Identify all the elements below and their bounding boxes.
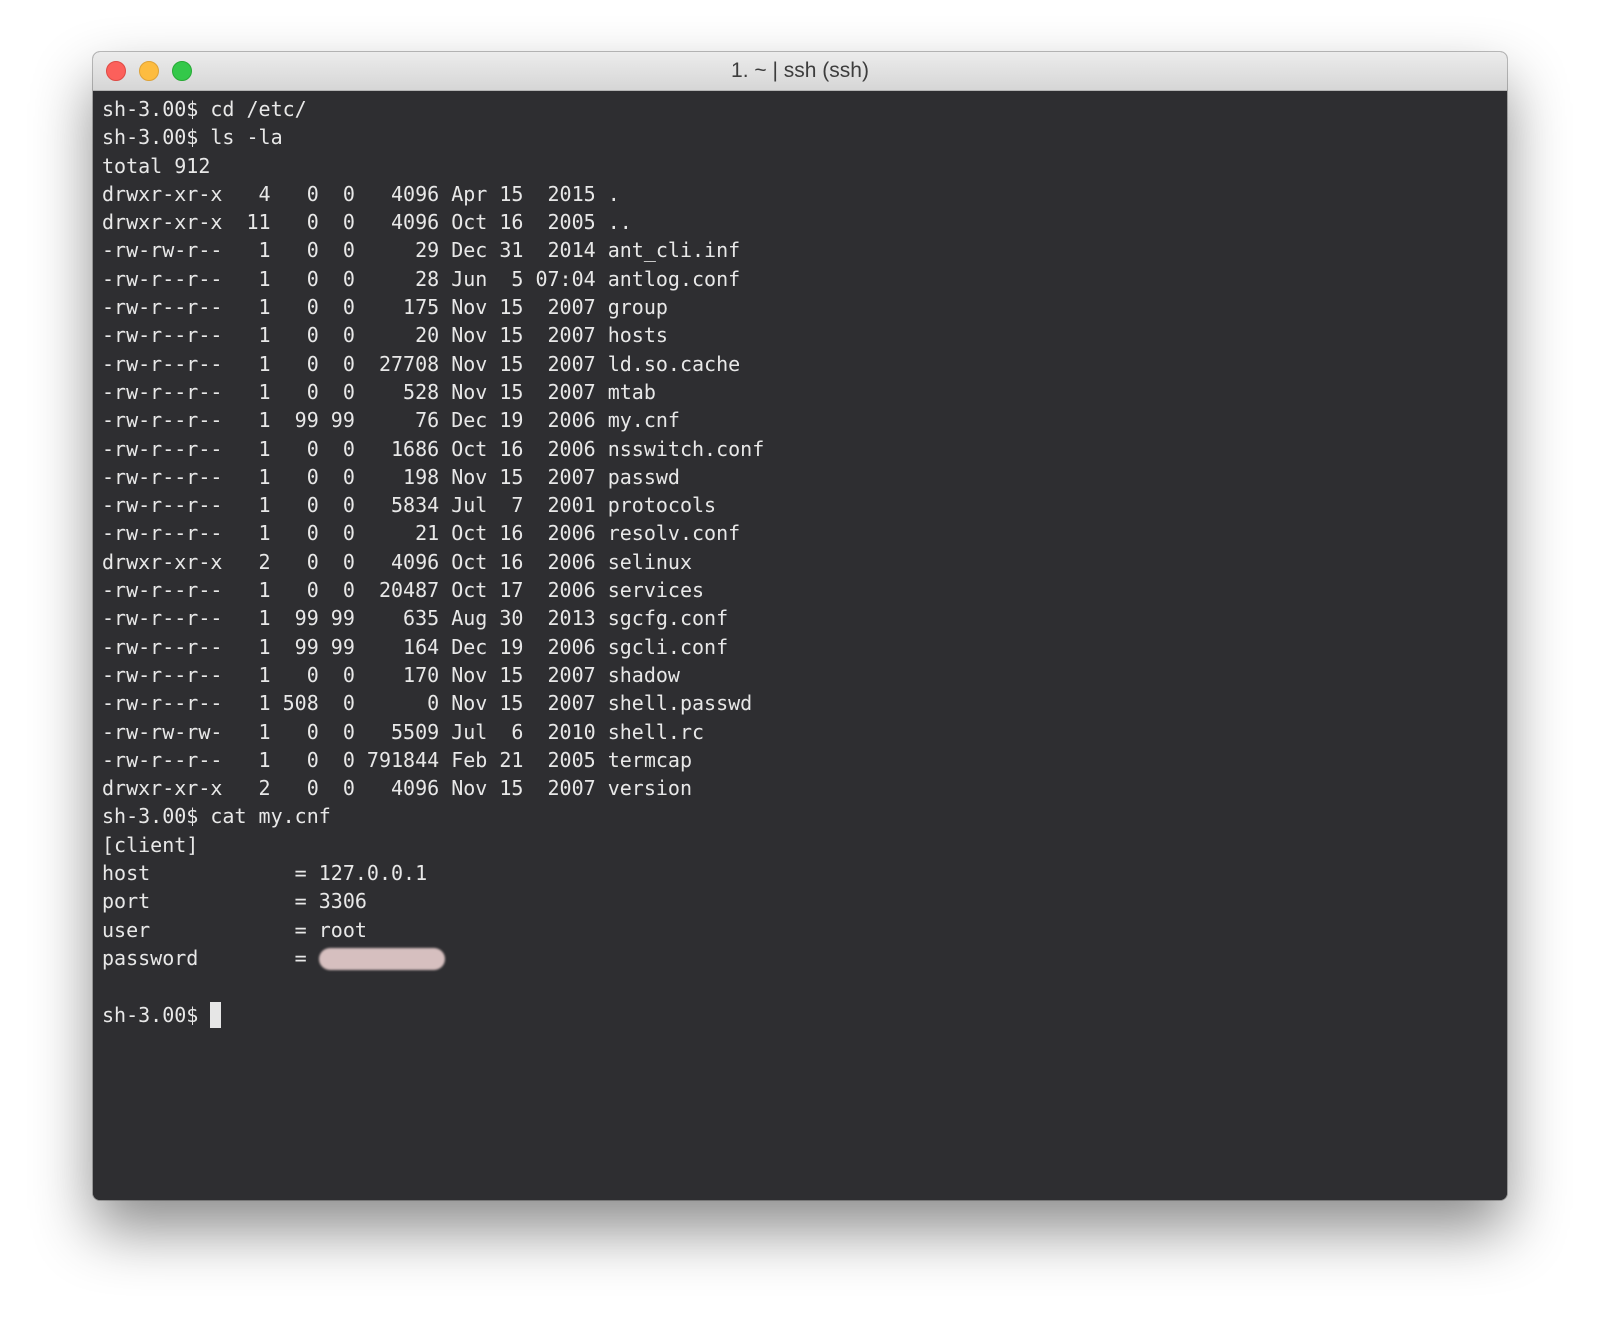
terminal-line: host = 127.0.0.1	[102, 861, 428, 886]
terminal-line: sh-3.00$ cd /etc/	[102, 97, 307, 121]
terminal-line: drwxr-xr-x 4 0 0 4096 Apr 15 2015 .	[102, 181, 620, 206]
terminal-line: -rw-r--r-- 1 0 0 198 Nov 15 2007 passwd	[102, 464, 680, 489]
text-cursor	[210, 1001, 222, 1028]
terminal-line: drwxr-xr-x 2 0 0 4096 Oct 16 2006 selinu…	[102, 549, 693, 574]
terminal-line: -rw-r--r-- 1 0 0 1686 Oct 16 2006 nsswit…	[102, 436, 765, 461]
terminal-line: sh-3.00$ cat my.cnf	[102, 804, 331, 829]
window-title: 1. ~ | ssh (ssh)	[731, 59, 869, 82]
password-line: password =	[102, 944, 1507, 972]
terminal-line: drwxr-xr-x 2 0 0 4096 Nov 15 2007 versio…	[102, 776, 693, 801]
terminal-line: -rw-r--r-- 1 0 0 27708 Nov 15 2007 ld.so…	[102, 351, 741, 376]
terminal-line: -rw-r--r-- 1 0 0 170 Nov 15 2007 shadow	[102, 662, 680, 687]
terminal-line: -rw-r--r-- 1 99 99 76 Dec 19 2006 my.cnf	[102, 408, 680, 433]
terminal-line: [client]	[102, 832, 199, 857]
terminal-line: -rw-r--r-- 1 0 0 175 Nov 15 2007 group	[102, 295, 668, 320]
terminal-window: 1. ~ | ssh (ssh) sh-3.00$ cd /etc/sh-3.0…	[93, 52, 1507, 1200]
terminal-line: -rw-r--r-- 1 0 0 20487 Oct 17 2006 servi…	[102, 578, 705, 603]
terminal-line: -rw-r--r-- 1 0 0 5834 Jul 7 2001 protoco…	[102, 493, 717, 518]
terminal-line: user = root	[102, 917, 367, 942]
terminal-line: -rw-rw-rw- 1 0 0 5509 Jul 6 2010 shell.r…	[102, 719, 705, 744]
terminal-line: -rw-r--r-- 1 0 0 528 Nov 15 2007 mtab	[102, 379, 656, 404]
terminal-line: -rw-rw-r-- 1 0 0 29 Dec 31 2014 ant_cli.…	[102, 238, 741, 263]
prompt-line[interactable]: sh-3.00$	[102, 1001, 1507, 1029]
terminal-line: drwxr-xr-x 11 0 0 4096 Oct 16 2005 ..	[102, 210, 632, 235]
terminal-line: port = 3306	[102, 889, 367, 914]
terminal-line: total 912	[102, 153, 211, 178]
terminal-line: -rw-r--r-- 1 0 0 20 Nov 15 2007 hosts	[102, 323, 668, 348]
redacted-password	[318, 947, 445, 970]
terminal-line: -rw-r--r-- 1 0 0 28 Jun 5 07:04 antlog.c…	[102, 266, 741, 291]
terminal-line: -rw-r--r-- 1 0 0 21 Oct 16 2006 resolv.c…	[102, 521, 741, 546]
terminal-line: -rw-r--r-- 1 99 99 635 Aug 30 2013 sgcfg…	[102, 606, 729, 631]
terminal-line: -rw-r--r-- 1 0 0 791844 Feb 21 2005 term…	[102, 747, 693, 772]
shell-prompt: sh-3.00$	[102, 1002, 211, 1027]
title-bar[interactable]: 1. ~ | ssh (ssh)	[93, 52, 1507, 91]
terminal-output[interactable]: sh-3.00$ cd /etc/sh-3.00$ ls -la total 91…	[93, 91, 1507, 1200]
password-label: password =	[102, 945, 319, 970]
terminal-lines: sh-3.00$ cd /etc/sh-3.00$ ls -la total 91…	[102, 95, 1507, 944]
terminal-line: sh-3.00$ ls -la	[102, 125, 283, 150]
terminal-line: -rw-r--r-- 1 508 0 0 Nov 15 2007 shell.p…	[102, 691, 753, 716]
terminal-line: -rw-r--r-- 1 99 99 164 Dec 19 2006 sgcli…	[102, 634, 729, 659]
